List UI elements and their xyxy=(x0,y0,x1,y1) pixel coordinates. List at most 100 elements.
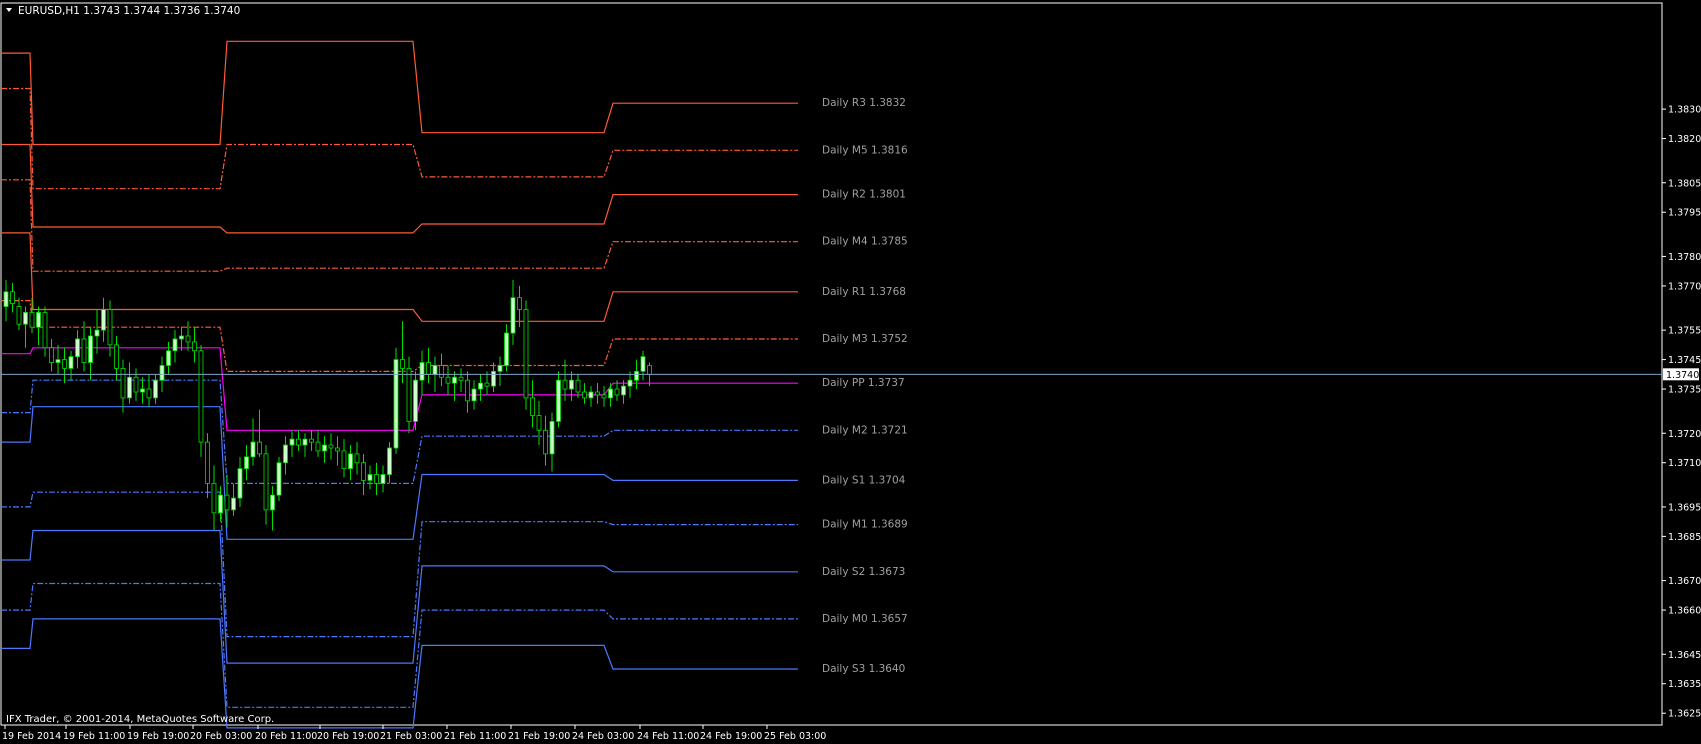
candle-bull xyxy=(491,370,496,387)
y-tick-label: 1.3645 xyxy=(1668,650,1701,661)
y-tick-label: 1.3720 xyxy=(1668,429,1701,440)
candle-bear xyxy=(361,462,366,481)
candle-bear xyxy=(406,368,412,422)
x-tick-label: 20 Feb 19:00 xyxy=(317,731,379,742)
candle-bear xyxy=(205,441,210,484)
pivot-label-m0: Daily M0 1.3657 xyxy=(822,613,908,625)
candle-bull xyxy=(101,309,106,331)
x-tick-label: 21 Feb 11:00 xyxy=(444,731,506,742)
pivot-label-m2: Daily M2 1.3721 xyxy=(822,424,908,436)
y-tick-label: 1.3830 xyxy=(1668,105,1701,116)
candle-bear xyxy=(354,453,360,464)
y-tick-label: 1.3635 xyxy=(1668,679,1701,690)
candle-bull xyxy=(179,335,184,340)
candle-bear xyxy=(315,441,321,452)
y-tick-label: 1.3820 xyxy=(1668,134,1701,145)
candle-bear xyxy=(257,441,262,455)
pivot-label-s1: Daily S1 1.3704 xyxy=(822,474,906,486)
candle-bear xyxy=(523,309,529,399)
candle-bull xyxy=(393,359,399,449)
price-chart[interactable]: 1.3740 Daily R3 1.3832 Daily M5 1.3816 Dai… xyxy=(0,0,1701,744)
candle-bull xyxy=(166,350,171,366)
candle-bull xyxy=(634,370,639,381)
candle-bear xyxy=(198,350,204,443)
pivot-label-r1: Daily R1 1.3768 xyxy=(822,286,906,298)
y-tick-label: 1.3770 xyxy=(1668,281,1701,292)
candle-bear xyxy=(458,376,464,381)
candle-bear xyxy=(543,429,548,455)
y-tick-label: 1.3660 xyxy=(1668,606,1701,617)
y-tick-label: 1.3670 xyxy=(1668,576,1701,587)
candle-bull xyxy=(127,376,132,399)
candle-bull xyxy=(549,421,555,455)
candle-bull xyxy=(608,388,613,399)
pivot-label-m1: Daily M1 1.3689 xyxy=(822,519,908,531)
x-tick-label: 20 Feb 03:00 xyxy=(190,731,252,742)
candle-bull xyxy=(244,456,249,470)
current-price-label: 1.3740 xyxy=(1666,370,1699,381)
candle-bull xyxy=(283,444,288,464)
y-tick-label: 1.3795 xyxy=(1668,208,1701,219)
candle-bear xyxy=(562,379,568,390)
candle-bull xyxy=(159,365,165,381)
candle-bear xyxy=(146,388,152,399)
x-tick-label: 20 Feb 11:00 xyxy=(255,731,317,742)
chart-header[interactable]: EURUSD,H1 1.3743 1.3744 1.3736 1.3740 xyxy=(6,5,240,17)
y-tick-label: 1.3780 xyxy=(1668,252,1701,263)
candle-bear xyxy=(16,306,22,325)
candle-bull xyxy=(36,312,41,328)
candle-bear xyxy=(81,338,87,363)
y-tick-label: 1.3805 xyxy=(1668,178,1701,189)
copyright-text: IFX Trader, © 2001-2014, MetaQuotes Soft… xyxy=(6,714,274,725)
candle-bear xyxy=(107,309,113,346)
pivot-label-r2: Daily R2 1.3801 xyxy=(822,189,906,201)
candle-bull xyxy=(569,379,574,390)
candle-bull xyxy=(289,438,295,446)
candle-bull xyxy=(419,362,425,381)
y-tick-label: 1.3625 xyxy=(1668,709,1701,720)
y-tick-label: 1.3710 xyxy=(1668,458,1701,469)
candle-bear xyxy=(192,341,197,352)
chart-title: EURUSD,H1 1.3743 1.3744 1.3736 1.3740 xyxy=(18,5,240,17)
x-tick-label: 21 Feb 03:00 xyxy=(380,731,442,742)
pivot-label-m4: Daily M4 1.3785 xyxy=(822,236,908,248)
candle-bear xyxy=(465,379,470,402)
x-tick-label: 24 Feb 11:00 xyxy=(637,731,699,742)
x-tick-label: 25 Feb 03:00 xyxy=(764,731,826,742)
candle-bear xyxy=(133,376,139,393)
candle-bear xyxy=(211,482,217,514)
pivot-label-r3: Daily R3 1.3832 xyxy=(822,97,906,109)
candle-bear xyxy=(335,447,340,452)
candle-bull xyxy=(250,441,256,458)
candle-bear xyxy=(374,474,379,484)
candle-bear xyxy=(484,382,490,387)
candle-bull xyxy=(621,385,626,396)
candle-bull xyxy=(640,356,646,372)
candle-bull xyxy=(75,338,80,358)
candle-bull xyxy=(153,379,158,399)
candle-bull xyxy=(276,462,282,496)
pivot-label-s3: Daily S3 1.3640 xyxy=(822,663,905,675)
candle-bear xyxy=(328,444,334,449)
pivot-label-m3: Daily M3 1.3752 xyxy=(822,333,908,345)
candle-bull xyxy=(270,494,275,511)
candle-bear xyxy=(575,379,581,393)
candle-bull xyxy=(348,453,353,470)
candle-bear xyxy=(120,368,126,399)
candle-bear xyxy=(341,450,347,470)
candle-bull xyxy=(510,297,516,334)
candle-bear xyxy=(296,438,301,446)
candle-bull xyxy=(88,335,93,363)
candle-bear xyxy=(224,494,230,511)
y-tick-label: 1.3755 xyxy=(1668,326,1701,337)
candle-bull xyxy=(497,365,503,372)
x-tick-label: 19 Feb 2014 xyxy=(2,731,61,742)
candle-bear xyxy=(595,391,600,396)
candle-bull xyxy=(413,379,418,422)
x-tick-label: 21 Feb 19:00 xyxy=(508,731,570,742)
candle-bear xyxy=(309,438,314,443)
candle-bull xyxy=(322,444,327,452)
candle-bull xyxy=(504,332,509,366)
candle-bull xyxy=(231,497,236,511)
candle-bear xyxy=(647,365,652,375)
